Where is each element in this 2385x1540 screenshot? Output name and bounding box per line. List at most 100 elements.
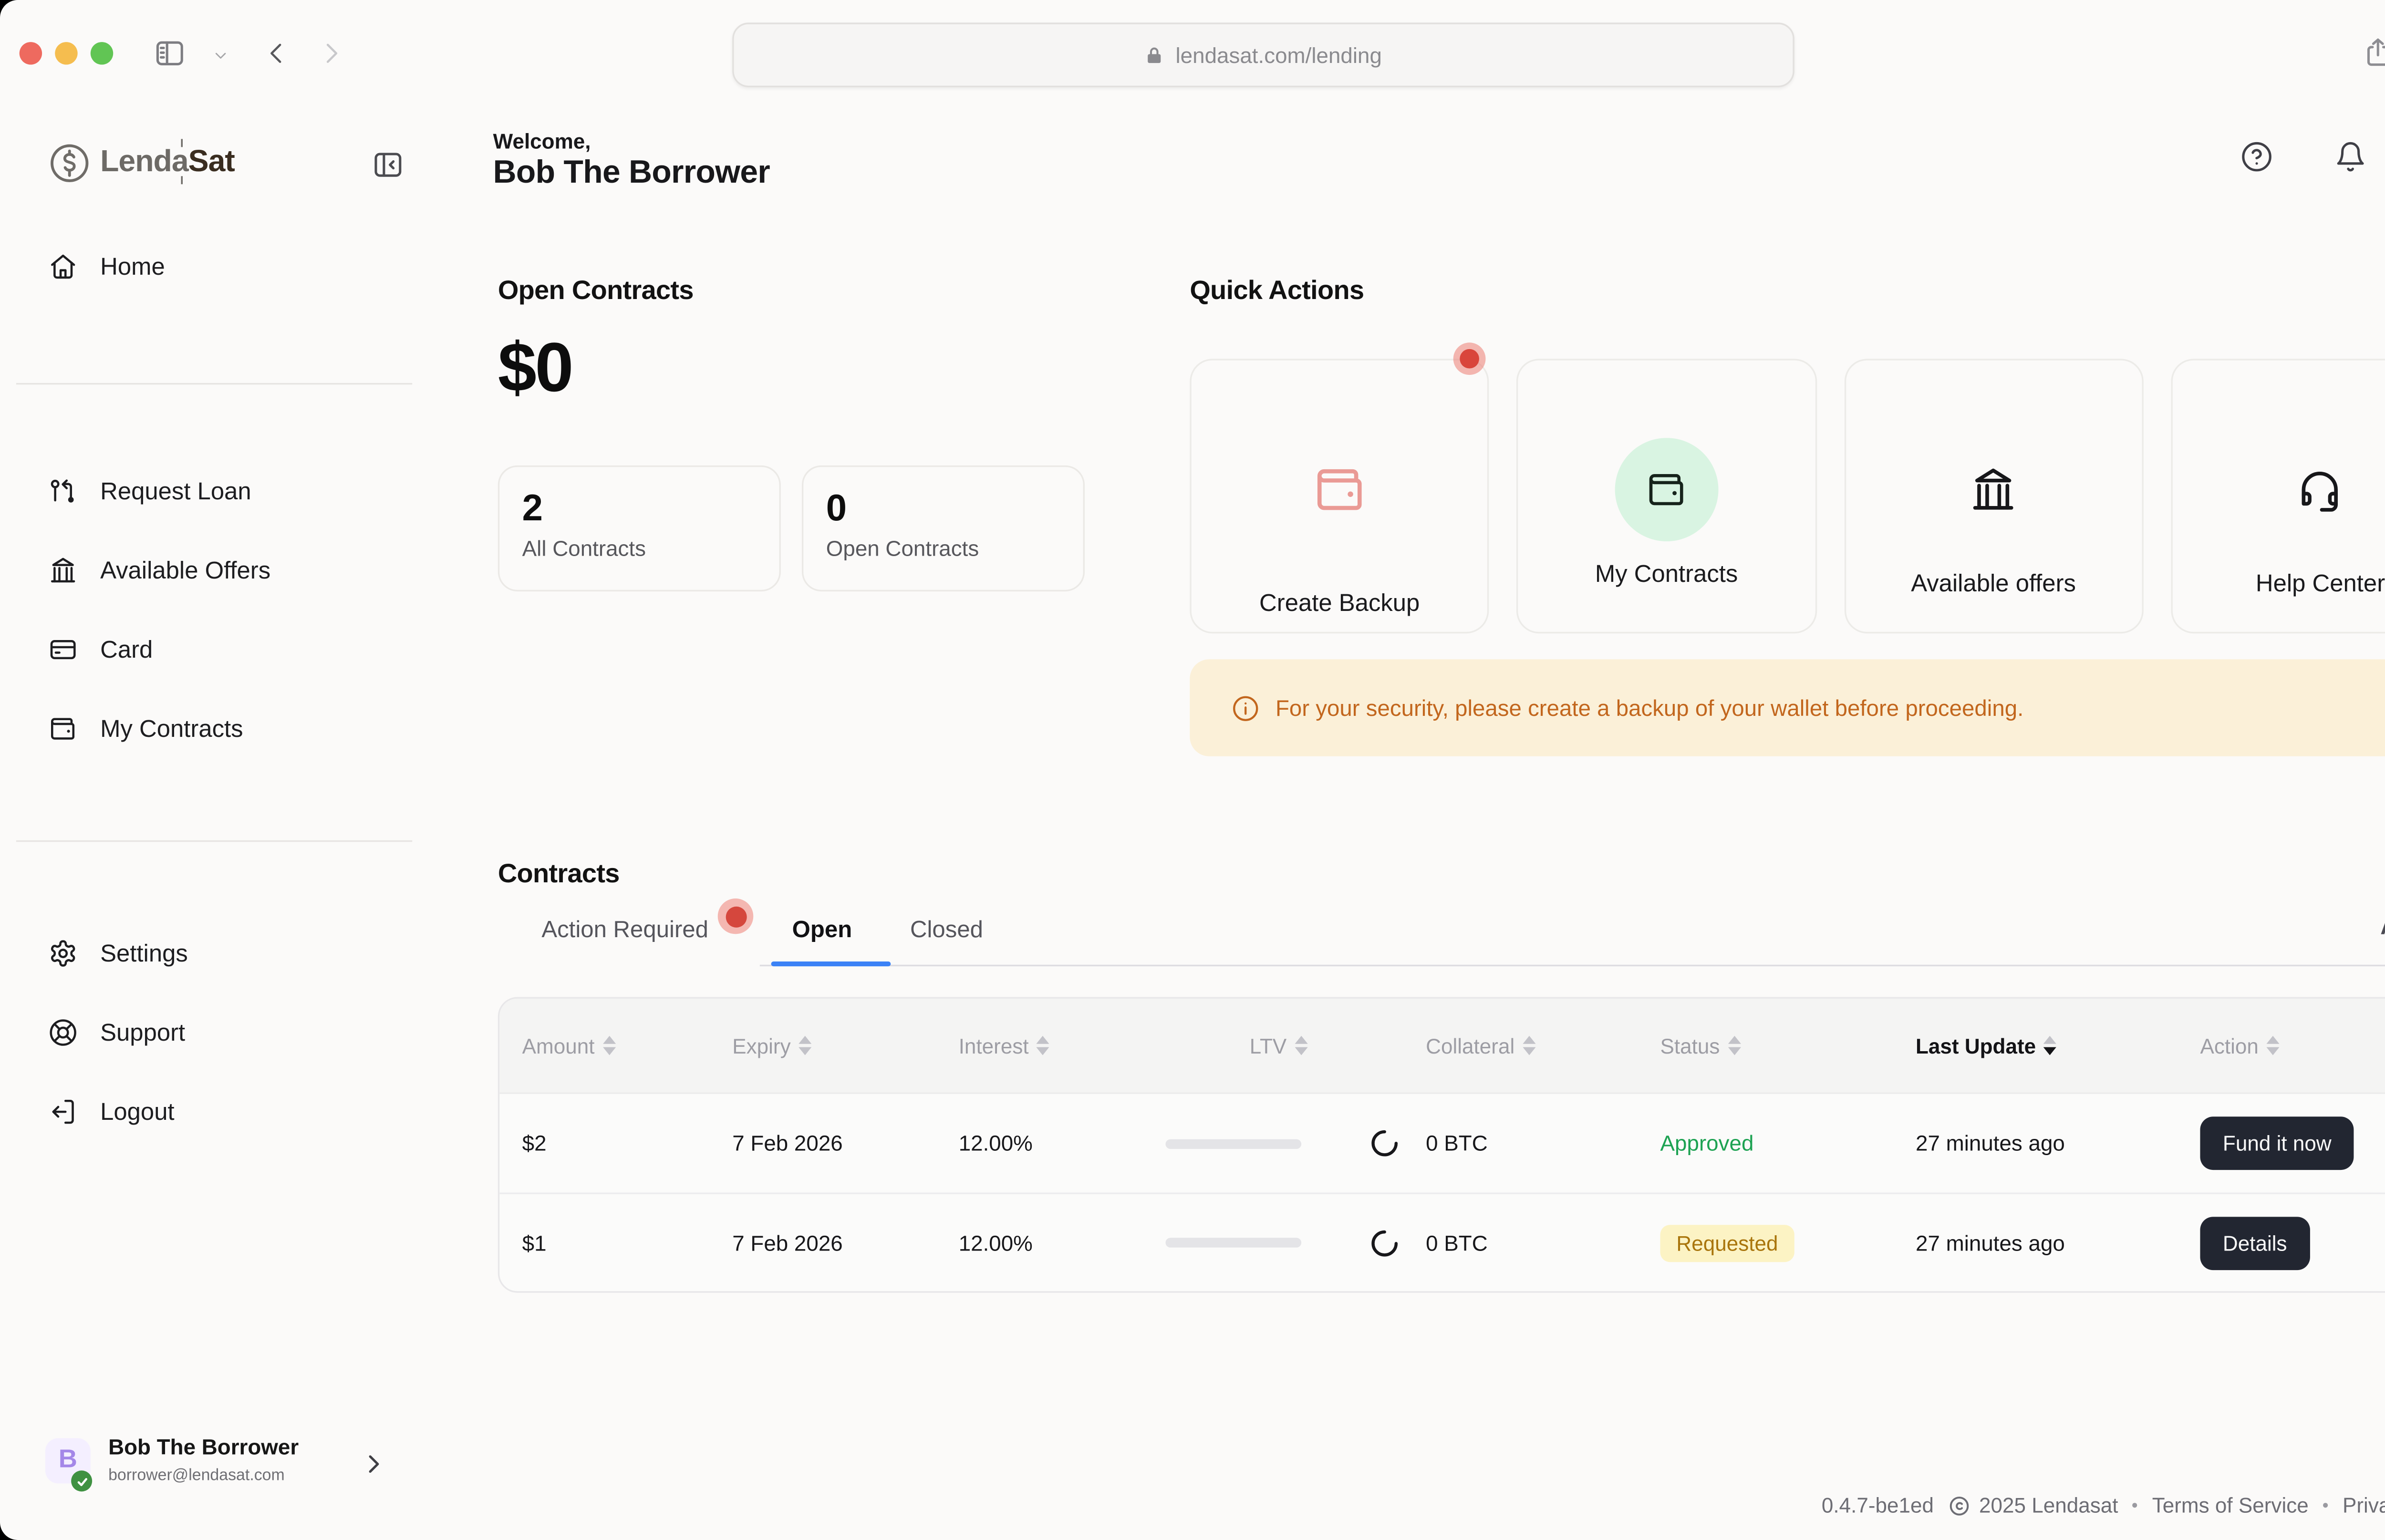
stat-label: Open Contracts	[826, 537, 1083, 561]
quick-action-available-offers[interactable]: Available offers	[1844, 359, 2143, 633]
sidebar: LendaSat Home Request Loan	[0, 107, 448, 1540]
sidebar-item-my-contracts[interactable]: My Contracts	[49, 701, 243, 756]
quick-action-label: Available offers	[1911, 570, 2076, 598]
column-header-ltv[interactable]: LTV	[1165, 1034, 1426, 1058]
logout-icon	[49, 1097, 78, 1127]
chevron-down-icon[interactable]	[212, 47, 229, 64]
close-window-button[interactable]	[20, 42, 42, 64]
copyright-text: 2025 Lendasat	[1979, 1493, 2118, 1518]
section-title: Open Contracts	[498, 276, 1093, 307]
sort-icon	[1728, 1036, 1741, 1055]
brand-logo[interactable]: LendaSat	[49, 142, 235, 184]
home-icon	[49, 252, 78, 281]
terms-of-service-link[interactable]: Terms of Service	[2152, 1493, 2309, 1518]
main-content: Welcome, Bob The Borrower Open Contracts…	[448, 107, 2385, 1540]
cell-expiry: 7 Feb 2026	[732, 1230, 958, 1255]
quick-action-my-contracts[interactable]: My Contracts	[1517, 359, 1816, 633]
browser-toolbar: lendasat.com/lending	[0, 0, 2385, 107]
banner-text: For your security, please create a backu…	[1275, 695, 2023, 721]
footer-separator	[2133, 1503, 2137, 1508]
details-button[interactable]: Details	[2200, 1216, 2310, 1270]
wallet-green-icon	[1615, 438, 1718, 541]
sort-icon	[2044, 1036, 2057, 1055]
stat-label: All Contracts	[522, 537, 779, 561]
credit-card-icon	[49, 635, 78, 664]
fund-it-now-button[interactable]: Fund it now	[2200, 1116, 2354, 1170]
table-row[interactable]: $2 7 Feb 2026 12.00% 0 BTC Approved 27 m…	[499, 1094, 2385, 1193]
quick-action-label: Create Backup	[1259, 590, 1420, 618]
status-badge: Requested	[1660, 1224, 1794, 1261]
table-row[interactable]: $1 7 Feb 2026 12.00% 0 BTC Requested 27 …	[499, 1193, 2385, 1292]
cell-ltv	[1165, 1128, 1426, 1158]
stat-card-all-contracts[interactable]: 2 All Contracts	[498, 465, 781, 591]
zoom-window-button[interactable]	[91, 42, 113, 64]
profile-email: borrower@lendasat.com	[108, 1468, 285, 1485]
url-text: lendasat.com/lending	[1176, 43, 1382, 67]
stat-value: 2	[522, 486, 779, 530]
help-circle-icon[interactable]	[2240, 141, 2273, 173]
sidebar-divider	[16, 383, 412, 384]
sidebar-item-label: Support	[100, 1019, 185, 1046]
sidebar-item-label: Settings	[100, 940, 188, 967]
contracts-table: Amount Expiry Interest LTV Collateral St…	[498, 997, 2385, 1293]
sort-icon	[2267, 1036, 2280, 1055]
wallet-backup-icon	[1312, 438, 1367, 541]
view-all-label: All	[2380, 915, 2385, 941]
sidebar-item-logout[interactable]: Logout	[49, 1085, 175, 1139]
sidebar-item-request-loan[interactable]: Request Loan	[49, 464, 251, 518]
privacy-policy-link[interactable]: Privacy Policy	[2343, 1493, 2385, 1518]
address-bar[interactable]: lendasat.com/lending	[732, 22, 1794, 87]
cell-collateral: 0 BTC	[1426, 1131, 1660, 1156]
stat-card-open-contracts[interactable]: 0 Open Contracts	[802, 465, 1085, 591]
sidebar-item-available-offers[interactable]: Available Offers	[49, 543, 270, 598]
sidebar-toggle-icon[interactable]	[154, 37, 186, 70]
share-icon[interactable]	[2362, 36, 2385, 70]
sidebar-item-card[interactable]: Card	[49, 622, 153, 677]
page-footer: 0.4.7-be1ed 2025 Lendasat Terms of Servi…	[1822, 1493, 2385, 1518]
column-header-collateral[interactable]: Collateral	[1426, 1034, 1660, 1058]
cell-amount: $2	[522, 1131, 733, 1156]
bank-icon	[1969, 438, 2018, 541]
wallet-icon	[49, 714, 78, 744]
cell-ltv	[1165, 1227, 1426, 1258]
stat-value: 0	[826, 486, 1083, 530]
sort-icon	[1523, 1036, 1535, 1055]
tab-open[interactable]: Open	[792, 918, 852, 944]
column-header-amount[interactable]: Amount	[522, 1034, 733, 1058]
view-all-link[interactable]: All	[2380, 915, 2385, 941]
sidebar-item-label: Logout	[100, 1098, 175, 1126]
tab-action-required[interactable]: Action Required	[541, 918, 708, 944]
life-buoy-icon	[49, 1018, 78, 1047]
verified-badge-icon	[71, 1470, 92, 1491]
back-button[interactable]	[262, 39, 291, 68]
brand-name: LendaSat	[100, 145, 235, 181]
minimize-window-button[interactable]	[55, 42, 77, 64]
sidebar-item-settings[interactable]: Settings	[49, 926, 188, 981]
tab-closed[interactable]: Closed	[910, 918, 983, 944]
forward-button[interactable]	[317, 39, 346, 68]
sidebar-item-support[interactable]: Support	[49, 1005, 186, 1060]
user-profile[interactable]: B Bob The Borrower borrower@lendasat.com	[45, 1432, 409, 1509]
brand-coin-icon	[49, 142, 91, 184]
quick-action-help-center[interactable]: Help Center	[2171, 359, 2385, 633]
column-header-expiry[interactable]: Expiry	[732, 1034, 958, 1058]
column-header-action[interactable]: Action	[2200, 1034, 2385, 1058]
app-version: 0.4.7-be1ed	[1822, 1493, 1934, 1518]
section-title: Quick Actions	[1190, 276, 2385, 307]
bell-icon[interactable]	[2334, 141, 2367, 173]
column-header-last-update[interactable]: Last Update	[1916, 1034, 2200, 1058]
sidebar-item-home[interactable]: Home	[49, 239, 165, 294]
column-header-status[interactable]: Status	[1660, 1034, 1916, 1058]
tabs-baseline	[760, 965, 2385, 966]
quick-action-label: Help Center	[2256, 570, 2385, 598]
sidebar-item-label: My Contracts	[100, 715, 243, 743]
column-header-interest[interactable]: Interest	[959, 1034, 1166, 1058]
sort-icon	[1295, 1036, 1307, 1055]
info-icon	[1232, 694, 1259, 722]
sidebar-item-label: Available Offers	[100, 557, 270, 584]
table-header-row: Amount Expiry Interest LTV Collateral St…	[499, 999, 2385, 1094]
security-warning-banner: For your security, please create a backu…	[1190, 659, 2385, 756]
loading-spinner-icon	[1369, 1128, 1400, 1158]
sidebar-collapse-icon[interactable]	[372, 149, 404, 181]
quick-action-create-backup[interactable]: Create Backup	[1190, 359, 1489, 633]
